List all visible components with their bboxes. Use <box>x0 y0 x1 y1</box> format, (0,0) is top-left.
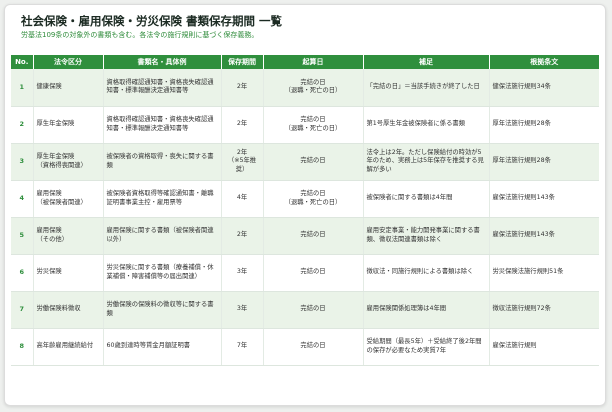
header-period: 保存期間 <box>221 55 264 69</box>
cell-note: 被保険者に関する書類は4年間 <box>363 180 490 218</box>
header-no: No. <box>11 55 34 69</box>
cell-period: 4年 <box>221 180 264 218</box>
cell-basis: 雇保法施行規則143条 <box>489 180 599 218</box>
document-card: 社会保険・雇用保険・労災保険 書類保存期間 一覧 労基法109条の対象外の書類も… <box>4 4 606 406</box>
cell-period: 7年 <box>221 328 264 366</box>
cell-note: 雇用保険関係処理簿は4年間 <box>363 291 490 329</box>
cell-note: 徴収法・同施行規則による書類は除く <box>363 254 490 292</box>
table-row: 4 雇用保険 （被保険者関連） 被保険者資格取得等確認通知書・離職証明書事業主控… <box>11 180 599 218</box>
cell-category: 高年齢雇用継続給付 <box>33 328 104 366</box>
cell-start: 完結の日 （退職・死亡の日） <box>263 69 364 107</box>
cell-period: 2年 <box>221 106 264 144</box>
cell-period: 2年 <box>221 217 264 255</box>
cell-period: 3年 <box>221 291 264 329</box>
table-header-row: No. 法令区分 書類名・具体例 保存期間 起算日 補足 根拠条文 <box>11 55 599 69</box>
cell-document: 60歳到達時等賃金月額証明書 <box>103 328 222 366</box>
cell-start: 完結の日 （退職・死亡の日） <box>263 180 364 218</box>
cell-document: 資格取得確認通知書・資格喪失確認通知書・標準報酬決定通知書等 <box>103 106 222 144</box>
header-category: 法令区分 <box>33 55 104 69</box>
cell-document: 雇用保険に関する書類（被保険者関連以外） <box>103 217 222 255</box>
cell-no: 7 <box>11 291 34 329</box>
cell-note: 第1号厚生年金被保険者に係る書類 <box>363 106 490 144</box>
cell-category: 雇用保険 （被保険者関連） <box>33 180 104 218</box>
table-row: 1 健康保険 資格取得確認通知書・資格喪失確認通知書・標準報酬決定通知書等 2年… <box>11 69 599 107</box>
cell-period: 2年 （※5年推奨） <box>221 143 264 181</box>
cell-start: 完結の日 <box>263 291 364 329</box>
cell-note: 法令上は2年。ただし保険給付の時効が5年のため、実務上は5年保存を推奨する見解が… <box>363 143 490 181</box>
cell-start: 完結の日 <box>263 143 364 181</box>
table-row: 2 厚生年金保険 資格取得確認通知書・資格喪失確認通知書・標準報酬決定通知書等 … <box>11 106 599 144</box>
cell-note: 受給期間（最長5年）＋受給終了後2年間の保存が必要なため実質7年 <box>363 328 490 366</box>
cell-basis: 健保法施行規則34条 <box>489 69 599 107</box>
cell-no: 3 <box>11 143 34 181</box>
table-row: 6 労災保険 労災保険に関する書類（療養補償・休業補償・障害補償等の届出関連） … <box>11 254 599 292</box>
page-title: 社会保険・雇用保険・労災保険 書類保存期間 一覧 <box>21 14 283 28</box>
header-document: 書類名・具体例 <box>103 55 222 69</box>
cell-basis: 雇保法施行規則 <box>489 328 599 366</box>
cell-category: 労災保険 <box>33 254 104 292</box>
cell-note: 「完結の日」＝当該手続きが終了した日 <box>363 69 490 107</box>
table-row: 5 雇用保険 （その他） 雇用保険に関する書類（被保険者関連以外） 2年 完結の… <box>11 217 599 255</box>
cell-document: 被保険者資格取得等確認通知書・離職証明書事業主控・雇用票等 <box>103 180 222 218</box>
cell-basis: 労災保険法施行規則51条 <box>489 254 599 292</box>
page-subtitle: 労基法109条の対象外の書類も含む。各法令の施行規則に基づく保存義務。 <box>21 31 259 39</box>
cell-no: 4 <box>11 180 34 218</box>
cell-note: 雇用安定事業・能力開発事業に関する書類、徴収法関連書類は除く <box>363 217 490 255</box>
cell-start: 完結の日 <box>263 217 364 255</box>
cell-basis: 厚年法施行規則28条 <box>489 106 599 144</box>
cell-category: 健康保険 <box>33 69 104 107</box>
cell-start: 完結の日 <box>263 328 364 366</box>
header-basis: 根拠条文 <box>489 55 599 69</box>
table-row: 8 高年齢雇用継続給付 60歳到達時等賃金月額証明書 7年 完結の日 受給期間（… <box>11 328 599 366</box>
cell-category: 雇用保険 （その他） <box>33 217 104 255</box>
cell-start: 完結の日 <box>263 254 364 292</box>
cell-document: 労災保険に関する書類（療養補償・休業補償・障害補償等の届出関連） <box>103 254 222 292</box>
cell-category: 労働保険料徴収 <box>33 291 104 329</box>
cell-no: 8 <box>11 328 34 366</box>
table-row: 7 労働保険料徴収 労働保険の保険料の徴収等に関する書類 3年 完結の日 雇用保… <box>11 291 599 329</box>
cell-category: 厚生年金保険 <box>33 106 104 144</box>
cell-category: 厚生年金保険 （資格得喪関連） <box>33 143 104 181</box>
cell-basis: 厚年法施行規則28条 <box>489 143 599 181</box>
cell-no: 2 <box>11 106 34 144</box>
cell-document: 被保険者の資格取得・喪失に関する書類 <box>103 143 222 181</box>
cell-document: 資格取得確認通知書・資格喪失確認通知書・標準報酬決定通知書等 <box>103 69 222 107</box>
cell-document: 労働保険の保険料の徴収等に関する書類 <box>103 291 222 329</box>
header-start: 起算日 <box>263 55 364 69</box>
cell-basis: 雇保法施行規則143条 <box>489 217 599 255</box>
retention-table: No. 法令区分 書類名・具体例 保存期間 起算日 補足 根拠条文 1 健康保険… <box>11 55 599 366</box>
cell-no: 1 <box>11 69 34 107</box>
cell-basis: 徴収法施行規則72条 <box>489 291 599 329</box>
cell-no: 5 <box>11 217 34 255</box>
header-note: 補足 <box>363 55 490 69</box>
table-row: 3 厚生年金保険 （資格得喪関連） 被保険者の資格取得・喪失に関する書類 2年 … <box>11 143 599 181</box>
cell-start: 完結の日 （退職・死亡の日） <box>263 106 364 144</box>
cell-period: 2年 <box>221 69 264 107</box>
cell-no: 6 <box>11 254 34 292</box>
cell-period: 3年 <box>221 254 264 292</box>
